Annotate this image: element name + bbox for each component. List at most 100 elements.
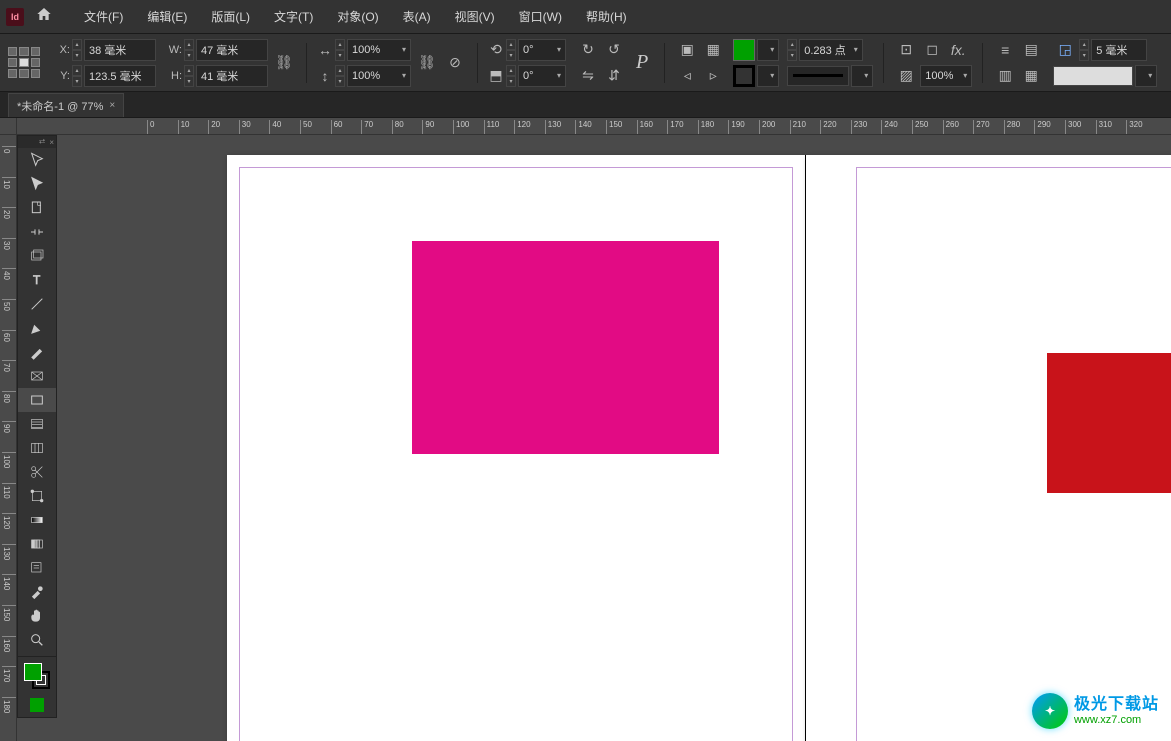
menu-view[interactable]: 视图(V)	[443, 4, 507, 29]
apply-color-icon[interactable]	[18, 693, 56, 717]
fill-swatch[interactable]	[733, 39, 755, 61]
horizontal-ruler[interactable]: 0102030405060708090100110120130140150160…	[17, 118, 1171, 135]
flip-v-icon[interactable]: ⇵	[602, 64, 626, 88]
type-tool[interactable]: T	[18, 268, 56, 292]
menu-help[interactable]: 帮助(H)	[574, 4, 639, 29]
watermark-url: www.xz7.com	[1074, 714, 1159, 726]
select-content-icon[interactable]: ▦	[701, 38, 725, 62]
h-ruler-tick: 70	[361, 120, 373, 134]
content-collector-tool[interactable]	[18, 244, 56, 268]
scalex-stepper[interactable]: ▴▾	[335, 39, 345, 61]
fill-dropdown[interactable]	[757, 39, 779, 61]
x-stepper[interactable]: ▴▾	[72, 39, 82, 61]
horizontal-grid-tool[interactable]	[18, 412, 56, 436]
gap-input[interactable]: 5 毫米	[1091, 39, 1147, 61]
shear-stepper[interactable]: ▴▾	[506, 65, 516, 87]
rotation-input[interactable]: 0°	[518, 39, 566, 61]
home-icon[interactable]	[36, 6, 52, 27]
shear-input[interactable]: 0°	[518, 65, 566, 87]
tab-close-icon[interactable]: ×	[109, 100, 115, 111]
x-input[interactable]: 38 毫米	[84, 39, 156, 61]
paragraph-icon[interactable]: P	[636, 51, 648, 74]
autofit-icon[interactable]: ⊡	[894, 38, 918, 62]
stroke-style-dropdown[interactable]	[851, 65, 873, 87]
menu-table[interactable]: 表(A)	[391, 4, 443, 29]
clear-transform-icon[interactable]: ⊘	[443, 51, 467, 75]
menu-window[interactable]: 窗口(W)	[507, 4, 574, 29]
select-next-icon[interactable]: ▹	[701, 64, 725, 88]
corner-preview[interactable]	[1053, 66, 1133, 86]
gradient-swatch-tool[interactable]	[18, 508, 56, 532]
opacity-input[interactable]: 100%	[920, 65, 972, 87]
ruler-origin[interactable]	[0, 118, 17, 135]
free-transform-tool[interactable]	[18, 484, 56, 508]
corner-icon[interactable]: ◲	[1053, 38, 1077, 62]
menu-layout[interactable]: 版面(L)	[199, 4, 262, 29]
text-wrap-around-icon[interactable]: ▤	[1019, 38, 1043, 62]
stroke-dropdown[interactable]	[757, 65, 779, 87]
page-tool[interactable]	[18, 196, 56, 220]
red-rectangle[interactable]	[1047, 353, 1171, 493]
menu-type[interactable]: 文字(T)	[262, 4, 325, 29]
gap-stepper[interactable]: ▴▾	[1079, 39, 1089, 61]
constrain-icon[interactable]: ⛓	[272, 39, 296, 87]
menu-object[interactable]: 对象(O)	[325, 4, 390, 29]
zoom-tool[interactable]	[18, 628, 56, 652]
select-container-icon[interactable]: ▣	[675, 38, 699, 62]
corner-dropdown[interactable]	[1135, 65, 1157, 87]
pen-tool[interactable]	[18, 316, 56, 340]
flip-h-icon[interactable]: ⇋	[576, 64, 600, 88]
rectangle-tool[interactable]	[18, 388, 56, 412]
color-selector[interactable]	[18, 661, 56, 693]
text-wrap-none-icon[interactable]: ≡	[993, 38, 1017, 62]
menu-edit[interactable]: 编辑(E)	[135, 4, 199, 29]
fit-frame-icon[interactable]: ◻	[920, 38, 944, 62]
gradient-feather-tool[interactable]	[18, 532, 56, 556]
text-wrap-shape-icon[interactable]: ▥	[993, 64, 1017, 88]
hand-tool[interactable]	[18, 604, 56, 628]
y-input[interactable]: 123.5 毫米	[84, 65, 156, 87]
h-stepper[interactable]: ▴▾	[184, 65, 194, 87]
text-wrap-jump-icon[interactable]: ▦	[1019, 64, 1043, 88]
toolbox-header[interactable]: ⮂ ×	[18, 136, 56, 148]
h-input[interactable]: 41 毫米	[196, 65, 268, 87]
scale-y-input[interactable]: 100%	[347, 65, 411, 87]
canvas[interactable]	[17, 135, 1171, 741]
line-tool[interactable]	[18, 292, 56, 316]
effects-icon[interactable]: fx.	[946, 38, 970, 62]
rectangle-frame-tool[interactable]	[18, 364, 56, 388]
document-tab[interactable]: *未命名-1 @ 77% ×	[8, 93, 124, 117]
rotate-ccw-icon[interactable]: ↺	[602, 38, 626, 62]
collapse-icon[interactable]: ⮂	[39, 137, 45, 147]
strokew-stepper[interactable]: ▴▾	[787, 39, 797, 61]
blend-icon[interactable]: ▨	[894, 64, 918, 88]
stroke-style-preview[interactable]	[787, 66, 849, 86]
v-ruler-tick: 140	[2, 574, 16, 590]
gap-tool[interactable]	[18, 220, 56, 244]
pencil-tool[interactable]	[18, 340, 56, 364]
eyedropper-tool[interactable]	[18, 580, 56, 604]
reference-point-selector[interactable]	[8, 47, 40, 79]
v-ruler-tick: 100	[2, 452, 16, 468]
magenta-rectangle[interactable]	[412, 241, 719, 454]
scissors-tool[interactable]	[18, 460, 56, 484]
menu-file[interactable]: 文件(F)	[72, 4, 135, 29]
select-prev-icon[interactable]: ◃	[675, 64, 699, 88]
scale-link-icon[interactable]: ⛓	[415, 39, 439, 87]
rotate-cw-icon[interactable]: ↻	[576, 38, 600, 62]
vertical-ruler[interactable]: 0102030405060708090100110120130140150160…	[0, 118, 17, 741]
y-stepper[interactable]: ▴▾	[72, 65, 82, 87]
selection-tool[interactable]	[18, 148, 56, 172]
close-icon[interactable]: ×	[49, 138, 54, 147]
rot-stepper[interactable]: ▴▾	[506, 39, 516, 61]
scale-x-input[interactable]: 100%	[347, 39, 411, 61]
w-input[interactable]: 47 毫米	[196, 39, 268, 61]
scaley-stepper[interactable]: ▴▾	[335, 65, 345, 87]
stroke-swatch[interactable]	[733, 65, 755, 87]
fill-color-icon[interactable]	[24, 663, 42, 681]
stroke-weight-input[interactable]: 0.283 点	[799, 39, 863, 61]
note-tool[interactable]	[18, 556, 56, 580]
direct-selection-tool[interactable]	[18, 172, 56, 196]
w-stepper[interactable]: ▴▾	[184, 39, 194, 61]
vertical-grid-tool[interactable]	[18, 436, 56, 460]
